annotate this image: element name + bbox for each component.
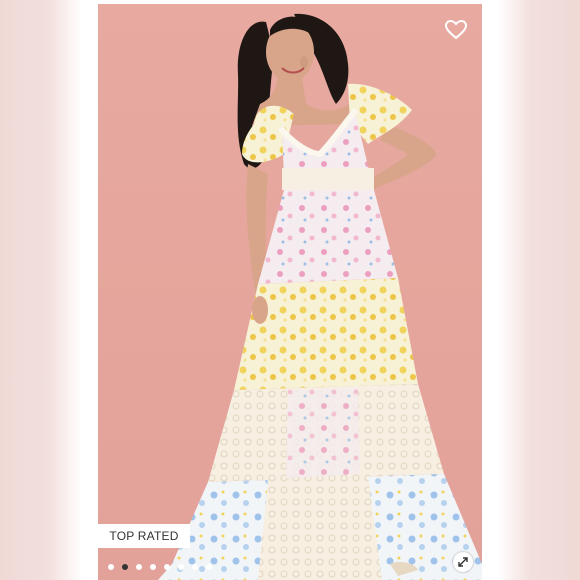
carousel-dot-3[interactable] <box>136 564 142 570</box>
heart-icon <box>444 19 468 40</box>
product-photo[interactable]: TOP RATED <box>98 4 482 580</box>
expand-button[interactable] <box>453 552 473 572</box>
top-rated-badge: TOP RATED <box>98 524 190 548</box>
carousel-dot-1[interactable] <box>108 564 114 570</box>
carousel-dot-2[interactable] <box>122 564 128 570</box>
favorite-button[interactable] <box>444 18 468 42</box>
expand-icon <box>458 557 468 567</box>
carousel-dot-7[interactable] <box>192 564 198 570</box>
dress-model-illustration <box>158 13 482 580</box>
right-backdrop <box>498 0 580 580</box>
left-backdrop <box>0 0 82 580</box>
carousel-dot-6[interactable] <box>178 564 184 570</box>
carousel-dot-5[interactable] <box>164 564 170 570</box>
carousel-indicator <box>108 564 212 572</box>
carousel-dot-8[interactable] <box>206 564 212 570</box>
carousel-dot-4[interactable] <box>150 564 156 570</box>
